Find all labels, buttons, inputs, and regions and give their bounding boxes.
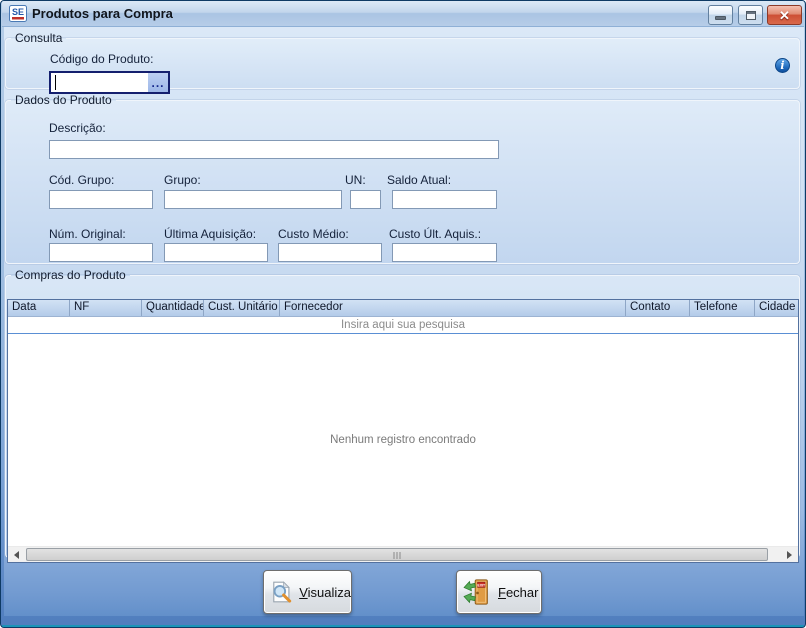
app-window: SE Produtos para Compra ✕ Consulta Códig… (0, 0, 806, 628)
dados-produto-group-label: Dados do Produto (11, 93, 116, 107)
minimize-button[interactable] (708, 5, 733, 25)
column-header-fornecedor[interactable]: Fornecedor (280, 300, 626, 316)
fechar-button[interactable]: EXIT Fechar (456, 570, 542, 614)
column-header-quantidade[interactable]: Quantidade (142, 300, 204, 316)
column-header-nf[interactable]: NF (70, 300, 142, 316)
descricao-input[interactable] (49, 140, 499, 159)
scroll-right-button[interactable] (781, 547, 798, 562)
horizontal-scrollbar[interactable] (8, 546, 798, 562)
close-button[interactable]: ✕ (767, 5, 802, 25)
arrow-left-icon (14, 551, 19, 559)
column-header-data[interactable]: Data (8, 300, 70, 316)
custo-medio-label: Custo Médio: (278, 227, 349, 241)
custo-medio-input[interactable] (278, 243, 382, 262)
close-icon: ✕ (779, 9, 790, 22)
column-header-telefone[interactable]: Telefone (690, 300, 755, 316)
scrollbar-grip-icon (394, 552, 401, 559)
scroll-left-button[interactable] (8, 547, 25, 562)
window-title: Produtos para Compra (32, 6, 173, 21)
column-header-cidade[interactable]: Cidade (755, 300, 798, 316)
saldo-atual-label: Saldo Atual: (387, 173, 451, 187)
browse-ellipsis-button[interactable]: ... (148, 73, 168, 92)
exit-door-icon: EXIT (463, 576, 493, 608)
grupo-input[interactable] (164, 190, 342, 209)
num-original-input[interactable] (49, 243, 153, 262)
ultima-aquisicao-input[interactable] (164, 243, 268, 262)
window-content: Consulta Código do Produto: ... i Dados … (4, 27, 804, 616)
num-original-label: Núm. Original: (49, 227, 126, 241)
empty-message: Nenhum registro encontrado (330, 434, 476, 446)
maximize-button[interactable] (738, 5, 763, 25)
consulta-group: Consulta Código do Produto: ... i (5, 31, 800, 89)
column-header-cust-unitario[interactable]: Cust. Unitário (204, 300, 280, 316)
title-bar: SE Produtos para Compra ✕ (2, 1, 804, 27)
maximize-icon (746, 11, 756, 20)
grid-body: Nenhum registro encontrado (8, 334, 798, 546)
compras-grid: Data NF Quantidade Cust. Unitário Fornec… (7, 299, 799, 563)
grupo-label: Grupo: (164, 173, 201, 187)
fechar-button-label: Fechar (498, 585, 538, 600)
arrow-right-icon (787, 551, 792, 559)
svg-text:SE: SE (12, 7, 24, 17)
scrollbar-thumb[interactable] (26, 548, 768, 561)
cod-grupo-label: Cód. Grupo: (49, 173, 114, 187)
minimize-icon (715, 16, 726, 20)
codigo-produto-label: Código do Produto: (50, 52, 153, 66)
dados-produto-group: Dados do Produto Descrição: Cód. Grupo: … (5, 93, 800, 264)
grid-header-row: Data NF Quantidade Cust. Unitário Fornec… (8, 300, 798, 317)
visualiza-button[interactable]: Visualiza (263, 570, 352, 614)
un-input[interactable] (350, 190, 381, 209)
text-caret (55, 75, 56, 90)
codigo-produto-input[interactable]: ... (49, 71, 170, 94)
column-header-contato[interactable]: Contato (626, 300, 690, 316)
saldo-atual-input[interactable] (392, 190, 497, 209)
document-magnifier-icon (270, 576, 294, 608)
cod-grupo-input[interactable] (49, 190, 153, 209)
custo-ult-aquis-input[interactable] (392, 243, 497, 262)
svg-text:EXIT: EXIT (477, 583, 486, 587)
consulta-group-label: Consulta (11, 31, 66, 45)
compras-produto-group-label: Compras do Produto (11, 268, 130, 282)
descricao-label: Descrição: (49, 121, 106, 135)
compras-produto-group: Compras do Produto Data NF Quantidade Cu… (5, 268, 800, 558)
se-logo-icon: SE (9, 5, 27, 22)
ultima-aquisicao-label: Última Aquisição: (164, 227, 256, 241)
info-icon[interactable]: i (775, 58, 790, 73)
grid-search-row[interactable]: Insira aqui sua pesquisa (8, 317, 798, 334)
visualiza-button-label: Visualiza (299, 585, 351, 600)
un-label: UN: (345, 173, 366, 187)
custo-ult-aquis-label: Custo Últ. Aquis.: (389, 227, 481, 241)
